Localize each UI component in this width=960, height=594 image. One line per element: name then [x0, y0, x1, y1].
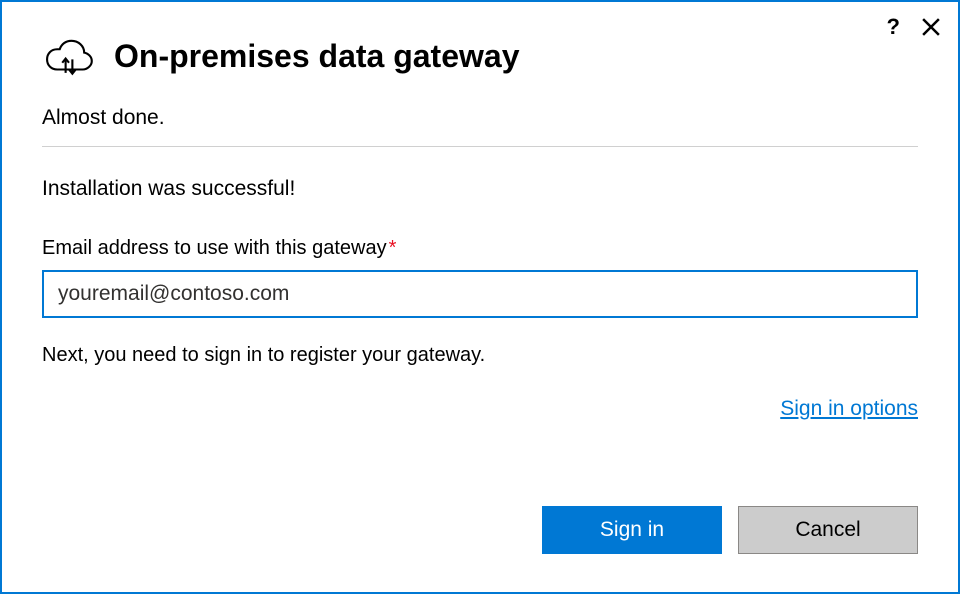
dialog-header: On-premises data gateway	[2, 2, 958, 78]
success-message: Installation was successful!	[42, 177, 918, 201]
titlebar-controls: ?	[887, 14, 940, 40]
dialog-title: On-premises data gateway	[114, 38, 519, 75]
cloud-sync-icon	[42, 34, 96, 78]
email-field[interactable]	[42, 270, 918, 318]
signin-options-link[interactable]: Sign in options	[780, 397, 918, 420]
email-label: Email address to use with this gateway*	[42, 237, 918, 260]
signin-button[interactable]: Sign in	[542, 506, 722, 554]
cancel-button[interactable]: Cancel	[738, 506, 918, 554]
required-asterisk: *	[389, 237, 397, 259]
close-icon[interactable]	[922, 18, 940, 36]
next-instruction: Next, you need to sign in to register yo…	[42, 344, 918, 367]
subtitle: Almost done.	[42, 106, 918, 130]
button-row: Sign in Cancel	[542, 506, 918, 554]
email-label-text: Email address to use with this gateway	[42, 237, 387, 259]
dialog-content: Almost done. Installation was successful…	[2, 106, 958, 421]
divider	[42, 146, 918, 147]
help-icon[interactable]: ?	[887, 14, 900, 40]
gateway-dialog: ? On-premises data gateway Almost done. …	[0, 0, 960, 594]
signin-options-row: Sign in options	[42, 397, 918, 421]
